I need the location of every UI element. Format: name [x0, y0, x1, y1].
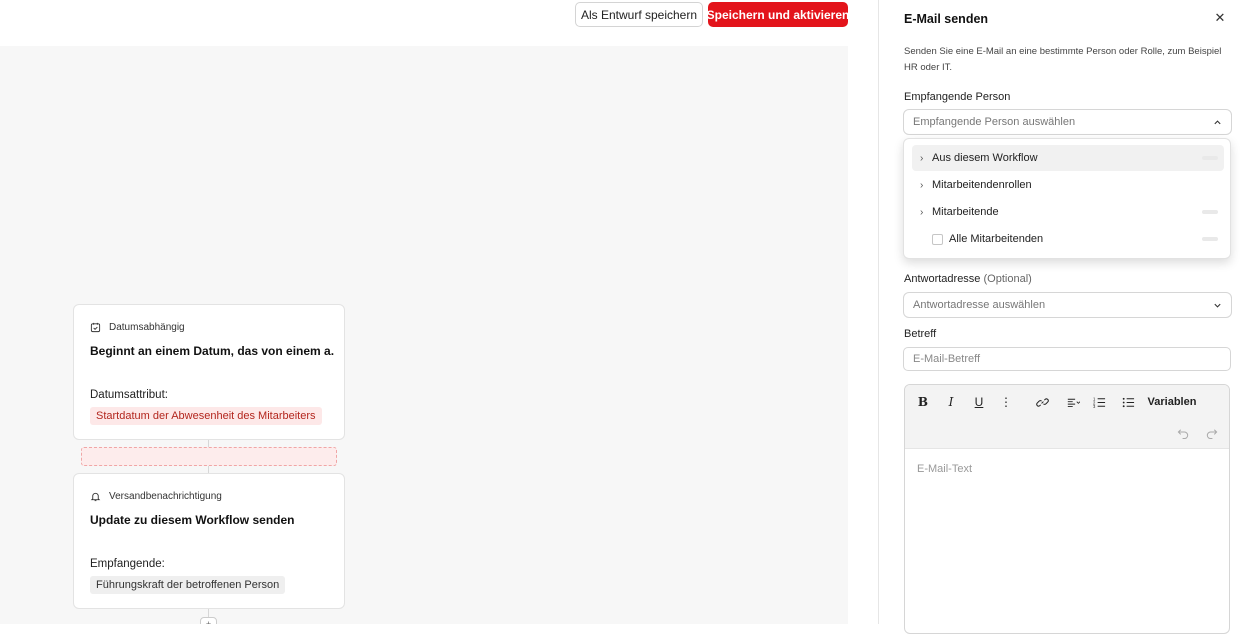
- action-type: Versandbenachrichtigung: [90, 491, 222, 502]
- email-body-placeholder: E-Mail-Text: [917, 463, 973, 475]
- drop-zone[interactable]: [81, 447, 337, 466]
- close-icon[interactable]: ✕: [1213, 11, 1227, 25]
- reply-label-text: Antwortadresse: [904, 273, 981, 285]
- redo-icon[interactable]: [1203, 423, 1219, 441]
- chevron-right-icon: ›: [920, 206, 924, 218]
- editor-toolbar: B I U ⋮ 123 Variablen: [905, 385, 1229, 449]
- align-icon[interactable]: [1063, 393, 1083, 411]
- dropdown-option-workflow[interactable]: › Aus diesem Workflow: [912, 145, 1224, 171]
- option-count-placeholder: [1202, 210, 1218, 214]
- trigger-title: Beginnt an einem Datum, das von einem a.…: [90, 344, 334, 358]
- reply-select[interactable]: Antwortadresse auswählen: [903, 292, 1232, 318]
- subject-input[interactable]: E-Mail-Betreff: [903, 347, 1231, 371]
- option-label: Aus diesem Workflow: [932, 152, 1038, 164]
- trigger-type: Datumsabhängig: [90, 322, 185, 333]
- chevron-right-icon: ›: [920, 179, 924, 191]
- option-label: Mitarbeitende: [932, 206, 999, 218]
- undo-icon[interactable]: [1175, 423, 1191, 441]
- option-label: Alle Mitarbeitenden: [949, 233, 1044, 245]
- bell-icon: [90, 492, 101, 502]
- reply-placeholder: Antwortadresse auswählen: [913, 299, 1046, 311]
- save-draft-button[interactable]: Als Entwurf speichern: [575, 2, 703, 27]
- subject-placeholder: E-Mail-Betreff: [913, 353, 981, 365]
- calendar-check-icon: [90, 322, 101, 333]
- top-bar: Als Entwurf speichern Speichern und akti…: [0, 0, 878, 46]
- subject-label: Betreff: [904, 328, 937, 340]
- email-body-editor[interactable]: B I U ⋮ 123 Variablen E-Mail-Text: [904, 384, 1230, 634]
- option-count-placeholder: [1202, 156, 1218, 160]
- action-card[interactable]: Versandbenachrichtigung Update zu diesem…: [73, 473, 345, 609]
- email-panel: E-Mail senden ✕ Senden Sie eine E-Mail a…: [878, 0, 1243, 634]
- trigger-card[interactable]: Datumsabhängig Beginnt an einem Datum, d…: [73, 304, 345, 440]
- option-label: Mitarbeitendenrollen: [932, 179, 1032, 191]
- chevron-right-icon: ›: [920, 152, 924, 164]
- checkbox[interactable]: [932, 233, 943, 245]
- recipient-select[interactable]: Empfangende Person auswählen: [903, 109, 1232, 135]
- panel-description: Senden Sie eine E-Mail an eine bestimmte…: [904, 46, 1222, 73]
- more-icon[interactable]: ⋮: [999, 393, 1013, 411]
- reply-label: Antwortadresse (Optional): [904, 273, 1032, 285]
- trigger-type-label: Datumsabhängig: [109, 322, 185, 333]
- link-icon[interactable]: [1034, 393, 1050, 411]
- bold-icon[interactable]: B: [915, 393, 931, 411]
- connector-line: [208, 609, 209, 617]
- trigger-attr-tag: Startdatum der Abwesenheit des Mitarbeit…: [90, 407, 322, 425]
- dropdown-option-all-employees[interactable]: Alle Mitarbeitenden: [912, 226, 1224, 252]
- numbered-list-icon[interactable]: 123: [1091, 393, 1107, 411]
- reply-optional: (Optional): [983, 273, 1032, 285]
- trigger-attr-label: Datumsattribut:: [90, 389, 168, 401]
- workflow-canvas[interactable]: Datumsabhängig Beginnt an einem Datum, d…: [0, 46, 848, 624]
- action-type-label: Versandbenachrichtigung: [109, 491, 222, 502]
- recipient-label: Empfangende Person: [904, 91, 1011, 103]
- svg-text:3: 3: [1093, 404, 1096, 409]
- recipient-dropdown: › Aus diesem Workflow › Mitarbeitendenro…: [903, 138, 1231, 259]
- dropdown-option-roles[interactable]: › Mitarbeitendenrollen: [912, 172, 1224, 198]
- save-activate-button[interactable]: Speichern und aktivieren: [707, 2, 849, 27]
- italic-icon[interactable]: I: [943, 393, 959, 411]
- action-title: Update zu diesem Workflow senden: [90, 513, 295, 527]
- dropdown-option-employees[interactable]: › Mitarbeitende: [912, 199, 1224, 225]
- add-step-button[interactable]: +: [200, 617, 217, 624]
- action-attr-label: Empfangende:: [90, 558, 165, 570]
- underline-icon[interactable]: U: [971, 393, 987, 411]
- action-attr-tag: Führungskraft der betroffenen Person: [90, 576, 286, 594]
- panel-title: E-Mail senden: [904, 12, 989, 26]
- chevron-down-icon: [1214, 303, 1221, 308]
- variables-button[interactable]: Variablen: [1147, 393, 1197, 411]
- bullet-list-icon[interactable]: [1120, 393, 1136, 411]
- chevron-up-icon: [1214, 120, 1221, 125]
- option-count-placeholder: [1202, 237, 1218, 241]
- recipient-placeholder: Empfangende Person auswählen: [913, 116, 1076, 128]
